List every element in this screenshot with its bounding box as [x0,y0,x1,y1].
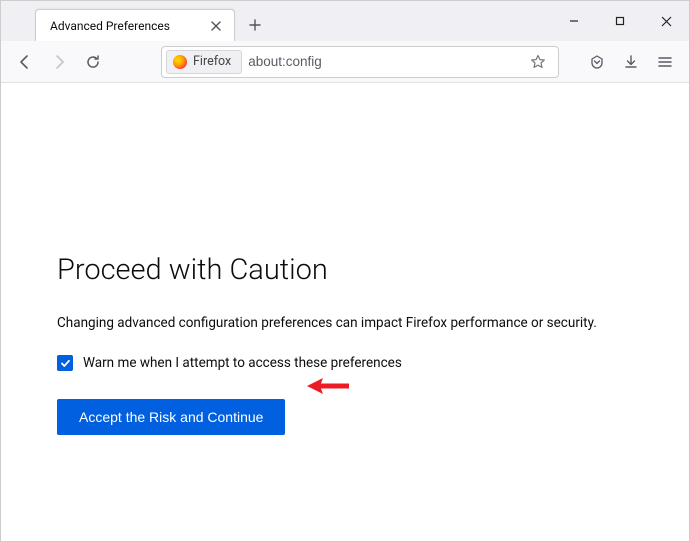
download-icon [623,54,639,70]
reload-icon [85,54,101,70]
plus-icon [249,19,261,31]
toolbar: Firefox [1,41,689,83]
identity-box[interactable]: Firefox [166,50,242,74]
accept-risk-button[interactable]: Accept the Risk and Continue [57,399,285,435]
pocket-icon [589,54,605,70]
page-content: Proceed with Caution Changing advanced c… [1,83,689,435]
urlbar-container: Firefox [161,46,559,78]
downloads-button[interactable] [615,46,647,78]
forward-button[interactable] [43,46,75,78]
forward-icon [51,54,67,70]
star-icon [530,54,546,70]
tab-title: Advanced Preferences [50,19,206,33]
pocket-button[interactable] [581,46,613,78]
identity-label: Firefox [193,54,231,69]
window-controls [551,1,689,41]
menu-button[interactable] [649,46,681,78]
bookmark-button[interactable] [524,48,552,76]
titlebar: Advanced Preferences [1,1,689,41]
tab-close-button[interactable] [206,16,226,36]
page-heading: Proceed with Caution [57,253,633,287]
window-close-button[interactable] [643,1,689,41]
browser-tab[interactable]: Advanced Preferences [35,9,235,41]
reload-button[interactable] [77,46,109,78]
warn-checkbox-row: Warn me when I attempt to access these p… [57,355,633,371]
warn-checkbox[interactable] [57,355,73,371]
urlbar[interactable]: Firefox [161,46,559,78]
maximize-icon [615,16,625,26]
new-tab-button[interactable] [241,11,269,39]
back-button[interactable] [9,46,41,78]
hamburger-icon [657,54,673,70]
toolbar-right [581,46,681,78]
checkmark-icon [60,358,71,369]
back-icon [17,54,33,70]
maximize-button[interactable] [597,1,643,41]
minimize-button[interactable] [551,1,597,41]
warn-checkbox-label: Warn me when I attempt to access these p… [83,355,402,371]
firefox-logo-icon [173,55,187,69]
urlbar-input[interactable] [248,54,524,69]
close-icon [211,21,221,31]
page-description: Changing advanced configuration preferen… [57,315,633,331]
minimize-icon [569,16,579,26]
close-icon [661,16,672,27]
